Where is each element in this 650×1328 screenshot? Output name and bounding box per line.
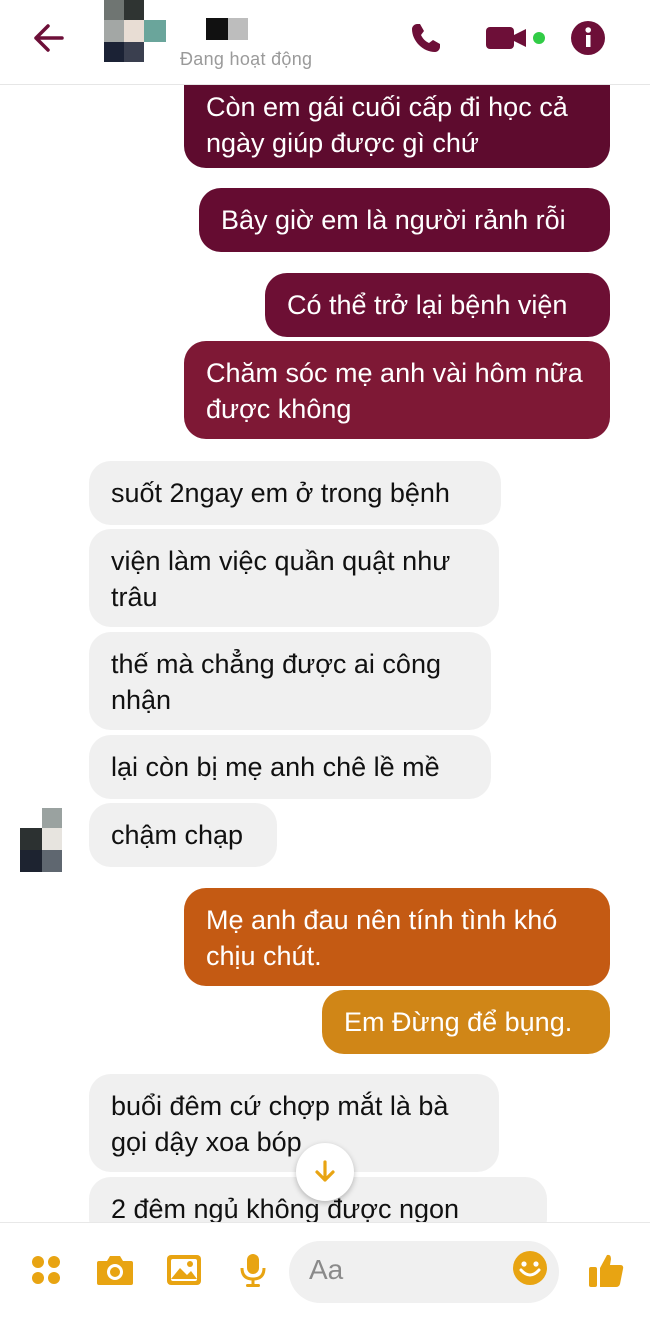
info-icon[interactable] [566, 18, 610, 58]
sent-message[interactable]: Chăm sóc mẹ anh vài hôm nữa được không [184, 341, 610, 439]
contact-avatar[interactable] [104, 0, 166, 62]
received-message[interactable]: thế mà chẳng được ai công nhận [89, 632, 491, 730]
received-message[interactable]: viện làm việc quần quật như trâu [89, 529, 499, 627]
received-message[interactable]: buổi đêm cứ chợp mắt là bà gọi dậy xoa b… [89, 1074, 499, 1172]
received-message[interactable]: chậm chạp [89, 803, 277, 867]
received-message[interactable]: suốt 2ngay em ở trong bệnh [89, 461, 501, 525]
sent-message[interactable]: Còn em gái cuối cấp đi học cả ngày giúp … [184, 84, 610, 168]
emoji-icon[interactable] [512, 1250, 548, 1286]
camera-icon[interactable] [93, 1248, 137, 1292]
sent-message[interactable]: Mẹ anh đau nên tính tình khó chịu chút. [184, 888, 610, 986]
contact-name[interactable] [206, 18, 248, 42]
apps-icon[interactable] [24, 1248, 68, 1292]
sent-message[interactable]: Có thể trở lại bệnh viện [265, 273, 610, 337]
microphone-icon[interactable] [231, 1248, 275, 1292]
video-call-icon[interactable] [484, 18, 554, 58]
sent-message[interactable]: Bây giờ em là người rảnh rỗi [199, 188, 610, 252]
conversation-header: Đang hoạt động [0, 0, 650, 85]
thumbs-up-icon[interactable] [584, 1248, 628, 1292]
received-message[interactable]: lại còn bị mẹ anh chê lề mề [89, 735, 491, 799]
phone-icon[interactable] [404, 18, 448, 58]
sender-avatar[interactable] [20, 808, 64, 872]
sent-message[interactable]: Em Đừng để bụng. [322, 990, 610, 1054]
scroll-to-bottom-button[interactable] [296, 1143, 354, 1201]
input-placeholder: Aa [309, 1254, 344, 1285]
back-arrow-icon[interactable] [28, 20, 68, 56]
gallery-icon[interactable] [162, 1248, 206, 1292]
active-status: Đang hoạt động [180, 49, 313, 69]
message-composer: Aa [0, 1222, 650, 1328]
